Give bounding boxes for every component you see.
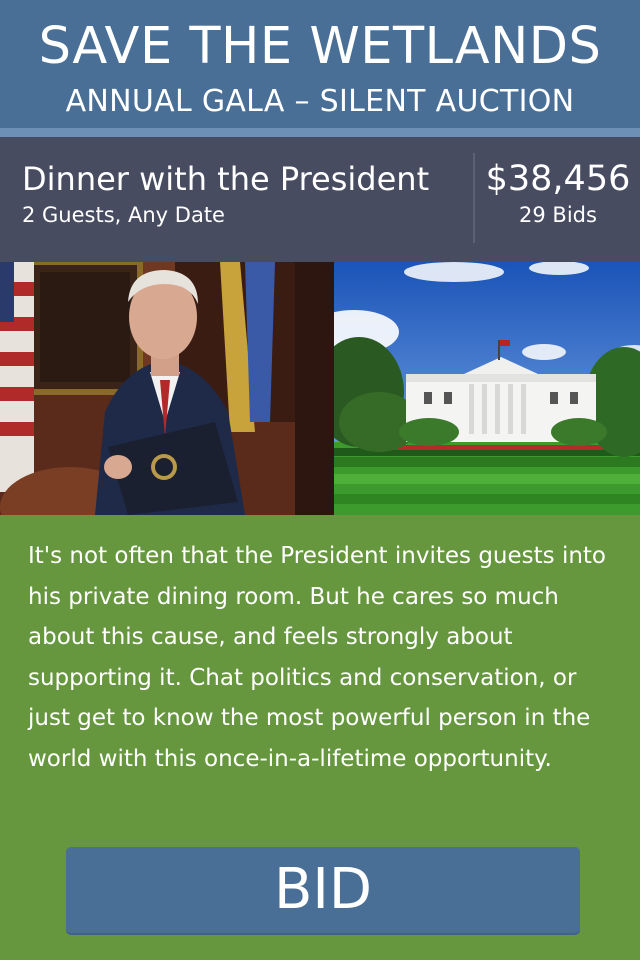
current-bid-amount: $38,456 <box>485 159 631 199</box>
item-name: Dinner with the President <box>22 160 430 198</box>
bid-button[interactable]: BID <box>66 847 580 933</box>
item-details: 2 Guests, Any Date <box>22 203 225 227</box>
item-photos <box>0 262 640 515</box>
president-photo <box>0 262 334 515</box>
header-rule <box>0 128 640 137</box>
page-title: SAVE THE WETLANDS <box>38 17 602 76</box>
item-description: It's not often that the President invite… <box>28 543 606 772</box>
item-divider <box>473 153 475 243</box>
bid-count: 29 Bids <box>519 203 597 227</box>
auction-item-bar: Dinner with the President 2 Guests, Any … <box>0 137 640 262</box>
page-header: SAVE THE WETLANDS ANNUAL GALA – SILENT A… <box>0 0 640 128</box>
white-house-photo <box>334 262 640 515</box>
page-subtitle: ANNUAL GALA – SILENT AUCTION <box>65 84 575 119</box>
